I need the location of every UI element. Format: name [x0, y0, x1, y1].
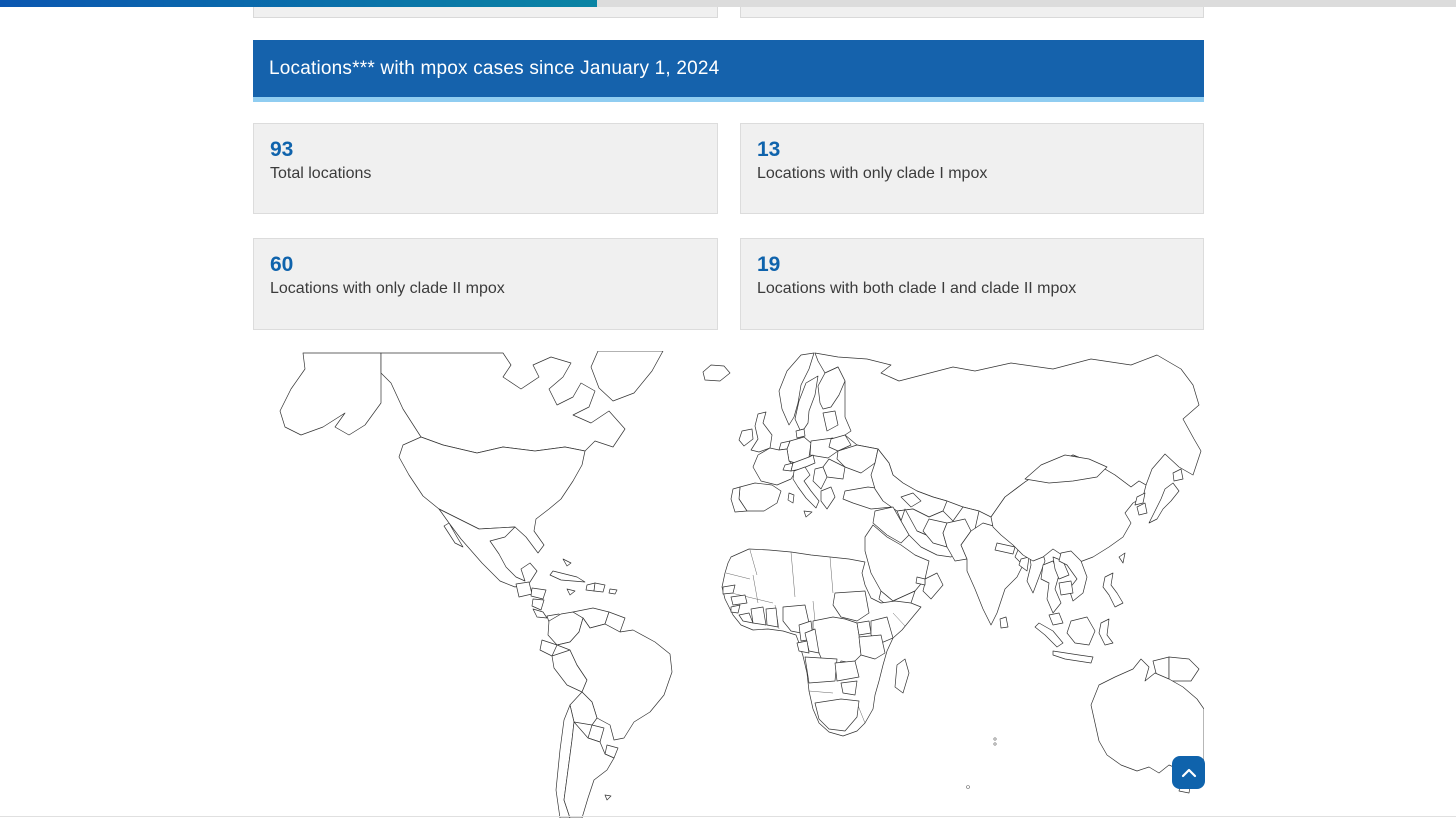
map-country-haiti[interactable]	[586, 583, 595, 591]
map-country-south-korea[interactable]	[1137, 503, 1147, 515]
stat-label: Locations with only clade I mpox	[757, 165, 1187, 183]
stat-card-clade-2-only: 60 Locations with only clade II mpox	[253, 238, 718, 330]
map-country-indonesia[interactable]	[1035, 617, 1113, 663]
map-country-oman[interactable]	[923, 573, 943, 599]
map-country-uganda[interactable]	[857, 621, 871, 635]
chevron-up-icon	[1181, 768, 1197, 778]
map-country-puerto-rico[interactable]	[609, 589, 617, 594]
stat-label: Total locations	[270, 165, 701, 183]
map-country-guatemala[interactable]	[516, 582, 532, 597]
stat-value: 60	[270, 252, 701, 277]
footer-top-edge	[0, 816, 1456, 817]
map-country-ghana[interactable]	[766, 608, 778, 627]
map-country-alaska[interactable]	[280, 353, 381, 435]
indian-ocean-island-dot	[994, 738, 996, 740]
map-country-canada[interactable]	[381, 353, 625, 453]
map-country-denmark[interactable]	[796, 429, 805, 438]
stat-card-clade-1-only: 13 Locations with only clade I mpox	[740, 123, 1204, 214]
stat-card-total-locations: 93 Total locations	[253, 123, 718, 214]
map-country-zimbabwe[interactable]	[841, 681, 857, 695]
map-country-gabon[interactable]	[797, 641, 809, 653]
map-country-philippines[interactable]	[1103, 573, 1123, 607]
page: Locations*** with mpox cases since Janua…	[0, 0, 1456, 818]
map-country-cambodia[interactable]	[1059, 581, 1073, 595]
map-country-bahamas[interactable]	[563, 559, 571, 566]
map-country-greenland[interactable]	[591, 351, 663, 401]
map-country-costa-rica[interactable]	[533, 609, 547, 618]
map-country-malaysia[interactable]	[1049, 613, 1063, 625]
map-country-uk[interactable]	[751, 412, 772, 452]
indian-ocean-island-dot	[994, 743, 996, 745]
map-country-cuba[interactable]	[550, 571, 585, 582]
map-country-honduras[interactable]	[531, 588, 546, 599]
map-country-cote-divoire[interactable]	[751, 607, 766, 625]
map-country-greece[interactable]	[821, 487, 835, 509]
section-header: Locations*** with mpox cases since Janua…	[253, 40, 1204, 97]
map-country-iceland[interactable]	[703, 365, 730, 381]
map-country-japan[interactable]	[1149, 469, 1183, 523]
map-country-guinea[interactable]	[731, 595, 747, 605]
section-header-underline	[253, 97, 1204, 102]
stat-label: Locations with both clade I and clade II…	[757, 280, 1187, 298]
stat-label: Locations with only clade II mpox	[270, 280, 701, 298]
map-country-nicaragua[interactable]	[532, 599, 544, 610]
map-country-finland[interactable]	[818, 367, 845, 409]
map-country-sri-lanka[interactable]	[1000, 617, 1008, 628]
map-country-zambia[interactable]	[835, 661, 859, 681]
stat-card-both-clades: 19 Locations with both clade I and clade…	[740, 238, 1204, 330]
world-choropleth-map[interactable]	[253, 351, 1204, 818]
map-country-jamaica[interactable]	[567, 589, 575, 595]
map-country-spain[interactable]	[739, 483, 781, 511]
scroll-progress-fill	[0, 0, 597, 7]
stat-value: 19	[757, 252, 1187, 277]
previous-section-card-left	[253, 7, 718, 18]
map-country-tanzania[interactable]	[859, 635, 885, 659]
indian-ocean-island-dot	[967, 786, 970, 789]
back-to-top-button[interactable]	[1172, 756, 1205, 789]
map-country-new-guinea-east[interactable]	[1169, 657, 1199, 681]
map-country-ireland[interactable]	[739, 429, 753, 446]
map-country-senegal[interactable]	[723, 585, 735, 594]
map-country-madagascar[interactable]	[895, 659, 909, 693]
section-title: Locations*** with mpox cases since Janua…	[269, 58, 719, 80]
stat-value: 13	[757, 137, 1187, 162]
map-country-taiwan[interactable]	[1119, 553, 1125, 563]
map-country-falklands[interactable]	[605, 795, 611, 800]
stat-value: 93	[270, 137, 701, 162]
scroll-progress-track	[0, 0, 1456, 7]
map-country-angola[interactable]	[805, 657, 837, 683]
map-country-dominican-republic[interactable]	[594, 583, 605, 592]
previous-section-card-right	[740, 7, 1204, 18]
map-country-baltics[interactable]	[823, 411, 838, 431]
